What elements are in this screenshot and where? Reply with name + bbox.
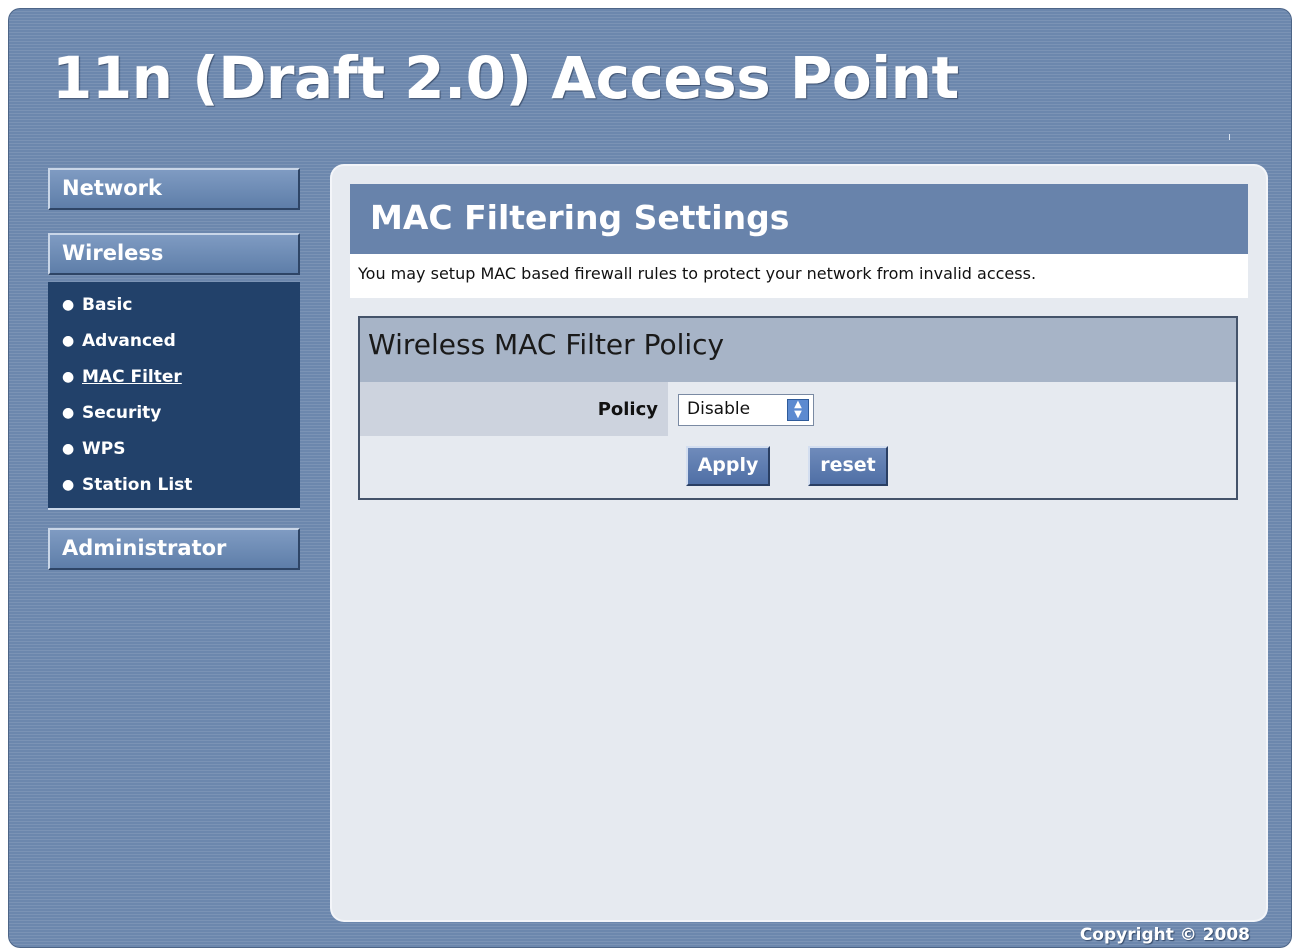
- submenu-item-wps[interactable]: ● WPS: [62, 438, 300, 474]
- button-row: Apply reset: [360, 436, 1236, 498]
- nav-wireless-button[interactable]: Wireless: [48, 233, 300, 275]
- submenu-item-station-list[interactable]: ● Station List: [62, 474, 300, 510]
- submenu-item-label[interactable]: Basic: [82, 294, 132, 316]
- submenu-item-basic[interactable]: ● Basic: [62, 294, 300, 330]
- submenu-item-label[interactable]: Security: [82, 402, 161, 424]
- bullet-icon: ●: [62, 369, 75, 385]
- bullet-icon: ●: [62, 405, 75, 421]
- wireless-submenu: ● Basic ● Advanced ● MAC Filter ● Securi…: [48, 282, 300, 510]
- submenu-item-mac-filter[interactable]: ● MAC Filter: [62, 366, 300, 402]
- mac-filter-policy-section: Wireless MAC Filter Policy Policy Disabl…: [358, 316, 1238, 500]
- apply-button[interactable]: Apply: [686, 446, 770, 486]
- page-description: You may setup MAC based firewall rules t…: [350, 254, 1248, 298]
- up-down-arrows-icon[interactable]: ▲ ▼: [787, 399, 809, 421]
- page-title: MAC Filtering Settings: [350, 184, 1248, 254]
- submenu-item-label[interactable]: Advanced: [82, 330, 176, 352]
- policy-select-value: Disable: [687, 399, 751, 419]
- header-divider-mark: [1229, 134, 1230, 140]
- policy-value-cell: Disable ▲ ▼: [668, 382, 1236, 436]
- submenu-item-label[interactable]: WPS: [82, 438, 125, 460]
- bullet-icon: ●: [62, 297, 75, 313]
- policy-select[interactable]: Disable ▲ ▼: [678, 394, 814, 426]
- bullet-icon: ●: [62, 441, 75, 457]
- nav-network-button[interactable]: Network: [48, 168, 300, 210]
- section-title: Wireless MAC Filter Policy: [360, 318, 1236, 382]
- app-frame: 11n (Draft 2.0) Access Point Network Wir…: [8, 8, 1292, 948]
- submenu-item-security[interactable]: ● Security: [62, 402, 300, 438]
- submenu-item-label[interactable]: MAC Filter: [82, 366, 182, 388]
- policy-row: Policy Disable ▲ ▼: [360, 382, 1236, 436]
- submenu-item-label[interactable]: Station List: [82, 474, 192, 496]
- bullet-icon: ●: [62, 477, 75, 493]
- bullet-icon: ●: [62, 333, 75, 349]
- submenu-item-advanced[interactable]: ● Advanced: [62, 330, 300, 366]
- policy-label: Policy: [360, 382, 668, 436]
- nav-administrator-button[interactable]: Administrator: [48, 528, 300, 570]
- reset-button[interactable]: reset: [808, 446, 888, 486]
- app-title: 11n (Draft 2.0) Access Point: [52, 44, 959, 112]
- copyright-text: Copyright © 2008: [1079, 925, 1250, 945]
- content-panel: MAC Filtering Settings You may setup MAC…: [332, 166, 1266, 920]
